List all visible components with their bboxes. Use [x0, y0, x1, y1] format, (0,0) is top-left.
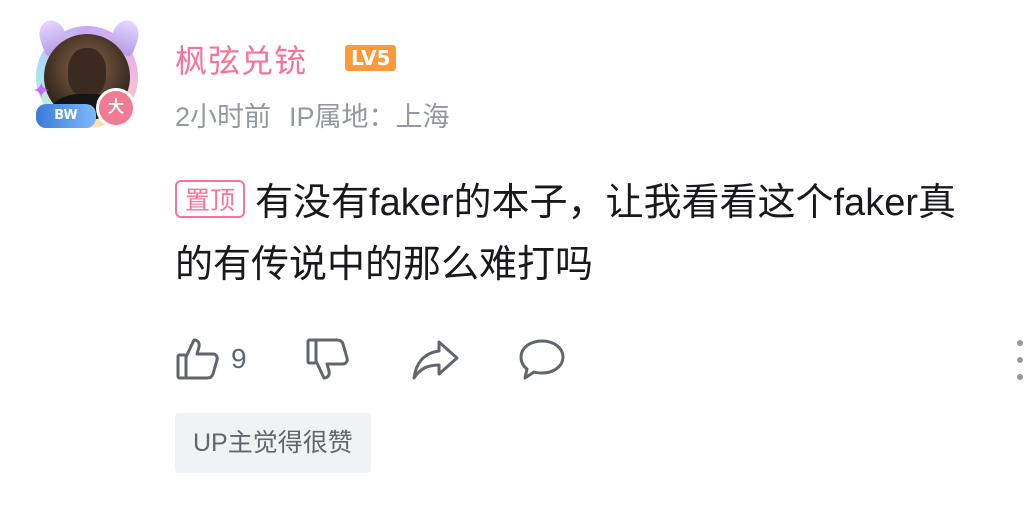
dot — [1017, 374, 1023, 380]
thumbs-up-icon — [176, 338, 219, 380]
dot — [1017, 340, 1023, 346]
share-icon — [412, 340, 459, 380]
dislike-button[interactable] — [305, 336, 351, 382]
avatar-face — [68, 48, 106, 96]
user-avatar[interactable]: ✦ BW 大 — [30, 16, 144, 134]
thumbs-down-icon — [306, 338, 349, 380]
star-icon: ✦ — [32, 78, 51, 103]
comment-text: 有没有faker的本子，让我看看这个faker真的有传说中的那么难打吗 — [175, 182, 956, 286]
comment-meta: 2小时前 IP属地：上海 — [175, 95, 450, 134]
up-liked-tag: UP主觉得很赞 — [175, 413, 371, 473]
comment-content: 置顶 有没有faker的本子，让我看看这个faker真的有传说中的那么难打吗 — [175, 172, 985, 296]
avatar-pendant-badge: BW — [36, 104, 96, 128]
reply-button[interactable] — [517, 336, 567, 382]
comment-action-bar: 9 — [175, 334, 567, 384]
like-button[interactable]: 9 — [175, 336, 247, 382]
share-button[interactable] — [411, 336, 461, 382]
author-name[interactable]: 枫弦兑铳 — [175, 36, 307, 82]
comment-icon — [519, 339, 565, 380]
pinned-tag: 置顶 — [175, 180, 246, 218]
user-level-badge: LV5 — [345, 45, 397, 71]
comment-time: 2小时前 — [175, 102, 272, 132]
dot — [1017, 357, 1023, 363]
more-vertical-icon[interactable] — [1015, 340, 1025, 380]
like-count: 9 — [231, 343, 247, 374]
ip-location: IP属地：上海 — [289, 102, 450, 132]
avatar-member-mark: 大 — [96, 88, 136, 128]
